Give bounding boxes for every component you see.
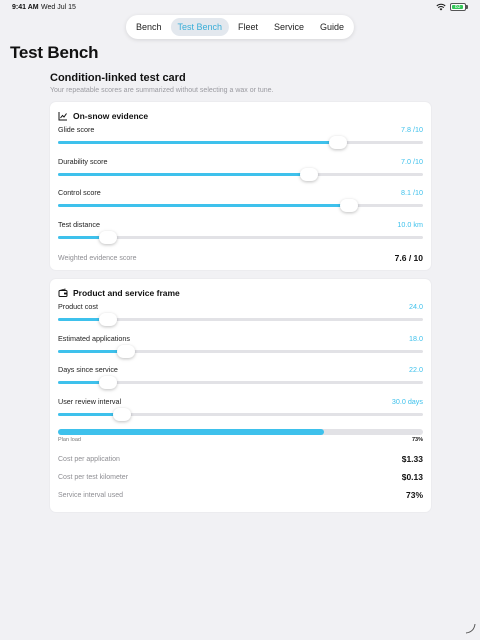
wallet-icon — [58, 288, 68, 297]
slider-thumb[interactable] — [300, 167, 319, 181]
section-title: Condition-linked test card — [50, 72, 186, 84]
line-chart-icon — [58, 112, 67, 121]
slider-track[interactable] — [58, 407, 423, 421]
status-time: 9:41 AM — [12, 4, 39, 11]
frame-card: Product and service frame Product cost 2… — [50, 279, 431, 513]
slider-thumb[interactable] — [112, 407, 131, 421]
slider-thumb[interactable] — [117, 344, 136, 358]
days-since-service-slider: Days since service 22.0 — [58, 362, 423, 394]
status-date: Wed Jul 15 — [41, 4, 76, 11]
resize-handle-icon[interactable] — [464, 622, 476, 634]
glide-score-slider: Glide score 7.8 /10 — [58, 122, 423, 154]
slider-value: 10.0 km — [397, 219, 423, 229]
slider-track[interactable] — [58, 230, 423, 244]
weighted-evidence-label: Weighted evidence score — [58, 254, 137, 262]
slider-track[interactable] — [58, 344, 423, 358]
summary-label: Cost per application — [58, 455, 120, 463]
slider-track[interactable] — [58, 136, 423, 149]
segmented-tabs: Bench Test Bench Fleet Service Guide — [125, 15, 355, 39]
frame-card-header: Product and service frame — [58, 287, 423, 299]
plan-load-label: Plan load — [58, 437, 81, 444]
plan-load-percent: 73% — [411, 437, 423, 444]
slider-track[interactable] — [58, 376, 423, 390]
slider-thumb[interactable] — [339, 199, 358, 213]
evidence-card-header: On-snow evidence — [58, 110, 423, 122]
slider-thumb[interactable] — [329, 136, 348, 149]
slider-value: 24.0 — [409, 302, 423, 311]
evidence-card-title: On-snow evidence — [73, 111, 149, 121]
plan-load-bar — [58, 429, 423, 436]
slider-label: Durability score — [58, 156, 108, 166]
user-review-interval-slider: User review interval 30.0 days — [58, 394, 423, 426]
control-score-slider: Control score 8.1 /10 — [58, 185, 423, 217]
frame-card-title: Product and service frame — [73, 288, 180, 298]
estimated-applications-slider: Estimated applications 18.0 — [58, 331, 423, 363]
slider-label: Estimated applications — [58, 333, 130, 343]
slider-label: Glide score — [58, 125, 95, 134]
slider-value: 30.0 days — [391, 396, 423, 406]
tab-service[interactable]: Service — [267, 18, 311, 36]
slider-track[interactable] — [58, 313, 423, 326]
evidence-sliders: Glide score 7.8 /10 Durability score 7.0… — [58, 122, 423, 248]
frame-sliders: Product cost 24.0 Estimated applications… — [58, 299, 423, 425]
plan-load-fill — [58, 429, 325, 436]
slider-value: 7.8 /10 — [401, 125, 423, 134]
slider-fill — [58, 141, 339, 144]
cost-per-application-row: Cost per application $1.33 — [58, 450, 423, 468]
tab-bench[interactable]: Bench — [129, 18, 169, 36]
test-distance-slider: Test distance 10.0 km — [58, 217, 423, 249]
slider-value: 18.0 — [409, 333, 423, 343]
slider-thumb[interactable] — [99, 376, 117, 390]
service-interval-used-row: Service interval used 73% — [58, 486, 423, 504]
slider-fill — [58, 204, 349, 208]
slider-fill — [58, 349, 127, 353]
battery-level: 83 — [452, 5, 464, 10]
status-indicators: 83 — [436, 3, 468, 11]
summary-value: $0.13 — [401, 472, 423, 483]
summary-label: Service interval used — [58, 491, 123, 499]
slider-value: 8.1 /10 — [401, 188, 423, 198]
section-subtitle: Your repeatable scores are summarized wi… — [50, 87, 274, 94]
slider-value: 7.0 /10 — [401, 156, 423, 166]
summary-value: 73% — [405, 490, 423, 501]
slider-track[interactable] — [58, 199, 423, 213]
tab-fleet[interactable]: Fleet — [231, 18, 265, 36]
battery-icon: 83 — [450, 3, 468, 11]
slider-label: Product cost — [58, 302, 98, 311]
slider-fill — [58, 172, 310, 176]
slider-thumb[interactable] — [99, 230, 117, 244]
plan-load-labels: Plan load 73% — [58, 437, 423, 443]
summary-label: Cost per test kilometer — [58, 473, 129, 481]
durability-score-slider: Durability score 7.0 /10 — [58, 154, 423, 186]
cost-per-test-km-row: Cost per test kilometer $0.13 — [58, 468, 423, 486]
product-cost-slider: Product cost 24.0 — [58, 299, 423, 331]
slider-value: 22.0 — [409, 365, 423, 375]
summary-value: $1.33 — [401, 454, 423, 465]
page-title: Test Bench — [10, 43, 99, 62]
slider-track[interactable] — [58, 167, 423, 181]
frame-summary: Cost per application $1.33 Cost per test… — [58, 450, 423, 504]
weighted-evidence-value: 7.6 / 10 — [394, 253, 423, 264]
slider-label: Control score — [58, 188, 101, 198]
evidence-card: On-snow evidence Glide score 7.8 /10 Dur… — [50, 102, 431, 271]
wifi-icon — [436, 3, 446, 11]
slider-thumb[interactable] — [99, 313, 117, 326]
status-bar: 9:41 AM Wed Jul 15 83 — [0, 0, 480, 16]
slider-label: Days since service — [58, 365, 118, 375]
tab-test-bench[interactable]: Test Bench — [170, 18, 229, 36]
slider-label: User review interval — [58, 396, 122, 406]
weighted-evidence-row: Weighted evidence score 7.6 / 10 — [58, 250, 423, 270]
slider-label: Test distance — [58, 219, 100, 229]
tab-guide[interactable]: Guide — [313, 18, 351, 36]
